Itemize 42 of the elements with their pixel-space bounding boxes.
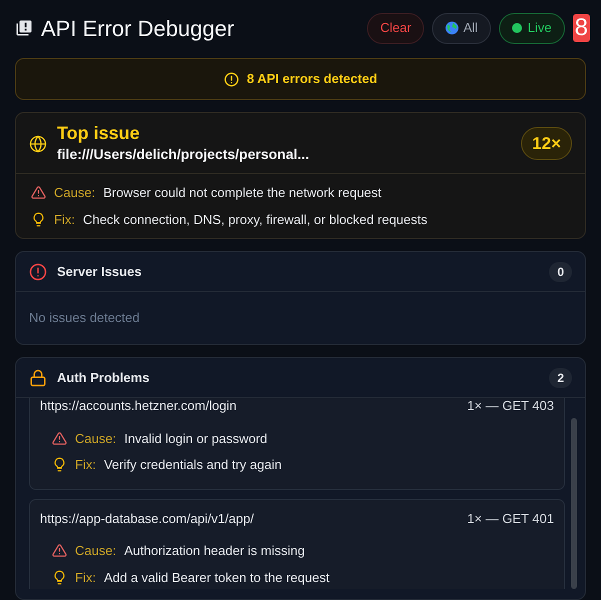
warning-icon [52, 543, 67, 558]
top-issue-url: file:///Users/delich/projects/personal... [57, 145, 310, 164]
lightbulb-icon [52, 457, 67, 472]
fix-label: Fix: [75, 568, 96, 586]
warning-icon [52, 430, 67, 446]
clear-button[interactable]: Clear [367, 12, 424, 44]
warning-icon [31, 185, 46, 200]
app-title: API Error Debugger [41, 14, 234, 43]
cause-label: Cause: [75, 542, 116, 560]
error-banner-text: 8 API errors detected [246, 70, 378, 88]
cause-label: Cause: [75, 430, 116, 448]
fix-label: Fix: [54, 210, 75, 228]
section-title: Auth Problems [57, 368, 150, 387]
fix-text: Add a valid Bearer token to the request [104, 568, 330, 587]
request-url: https://app-database.com/api/v1/app/ [40, 510, 254, 528]
alert-circle-icon [29, 262, 47, 280]
fix-label: Fix: [75, 456, 96, 474]
lightbulb-icon [52, 570, 67, 585]
empty-state-text: No issues detected [29, 310, 140, 325]
globe-icon [445, 21, 460, 35]
request-url: https://accounts.hetzner.com/login [40, 398, 237, 415]
live-toggle[interactable]: Live [498, 12, 565, 44]
error-count-badge: 8 [572, 14, 590, 42]
lock-icon [29, 368, 47, 386]
cause-text: Browser could not complete the network request [103, 184, 382, 202]
filter-button[interactable]: All [432, 12, 491, 44]
fix-text: Check connection, DNS, proxy, firewall, or blocked requests [82, 210, 428, 229]
cause-text: Authorization header is missing [124, 542, 305, 560]
globe-icon [29, 134, 47, 152]
fix-text: Verify credentials and try again [104, 456, 282, 474]
alert-circle-icon [224, 72, 239, 86]
cause-label: Cause: [54, 184, 96, 202]
cause-text: Invalid login or password [124, 430, 268, 448]
stacked-alert-icon [15, 19, 33, 37]
count-badge: 0 [549, 262, 572, 282]
top-issue-title: Top issue [57, 122, 141, 144]
request-meta: 1× — GET 403 [467, 398, 554, 415]
request-meta: 1× — GET 401 [467, 510, 554, 528]
count-badge: 2 [549, 368, 572, 388]
section-title: Server Issues [57, 262, 142, 281]
lightbulb-icon [31, 212, 46, 227]
occurrence-count-badge: 12× [521, 126, 572, 160]
